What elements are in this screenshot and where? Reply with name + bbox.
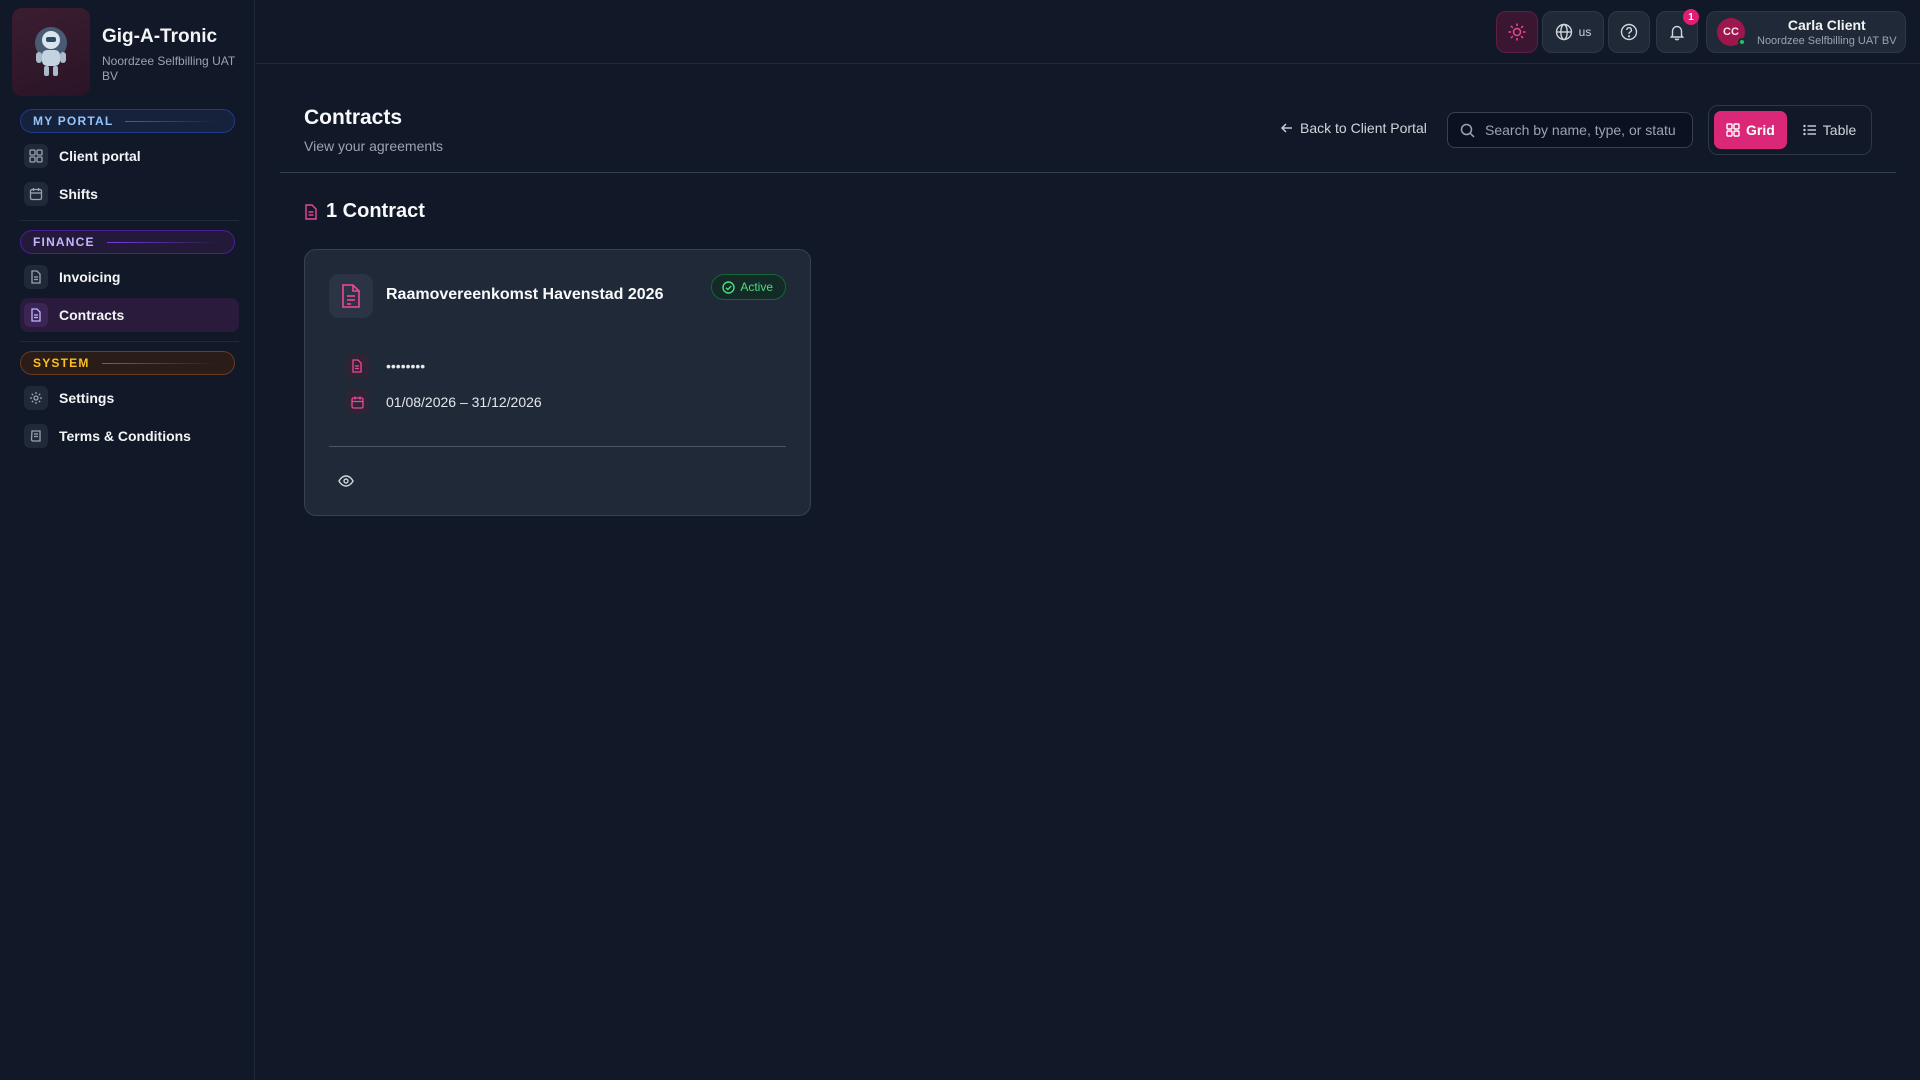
grid-icon [24,144,48,168]
brand-name: Gig-A-Tronic [102,26,218,47]
grid-icon [1726,123,1740,137]
view-contract-button[interactable] [333,468,359,494]
user-name: Carla Client [1787,17,1866,33]
grid-view-label: Grid [1746,122,1775,138]
contract-card[interactable]: Raamovereenkomst Havenstad 2026 Active •… [304,249,811,516]
avatar-initials: CC [1723,26,1739,38]
check-circle-icon [722,280,736,294]
sidebar-item-shifts[interactable]: Shifts [20,177,239,211]
language-button[interactable]: us [1542,11,1604,53]
help-circle-icon [1620,23,1638,41]
nav-divider [20,220,239,221]
online-status-dot [1738,38,1746,46]
contract-period-row: 01/08/2026 – 31/12/2026 [345,390,542,414]
sidebar-item-invoicing[interactable]: Invoicing [20,260,239,294]
sidebar-item-terms[interactable]: Terms & Conditions [20,419,239,453]
sidebar: Gig-A-Tronic Noordzee Selfbilling UAT BV… [0,0,255,1080]
search-icon [1460,123,1475,138]
page-subtitle: View your agreements [304,138,444,154]
calendar-icon [24,182,48,206]
back-to-client-portal-link[interactable]: Back to Client Portal [1280,120,1427,136]
contract-document-icon [329,274,373,318]
section-label: FINANCE [33,235,95,249]
sun-icon [1507,22,1527,42]
search-input[interactable] [1485,122,1675,138]
table-view-label: Table [1822,122,1857,138]
contract-title: Raamovereenkomst Havenstad 2026 [386,286,664,303]
sidebar-item-label: Terms & Conditions [59,428,191,444]
notifications-button[interactable]: 1 [1656,9,1699,53]
contracts-count-label: 1 Contract [326,200,425,222]
document-icon [345,354,369,378]
gear-icon [24,386,48,410]
sidebar-item-settings[interactable]: Settings [20,381,239,415]
status-label: Active [740,280,773,294]
language-code: us [1578,25,1592,39]
topbar: us 1 CC Carla Client Noordzee Selfbillin… [256,0,1920,64]
document-icon [24,265,48,289]
sidebar-item-label: Contracts [59,307,125,323]
arrow-left-icon [1280,121,1294,135]
view-toggle: Grid Table [1708,105,1872,155]
calendar-icon [345,390,369,414]
theme-toggle-button[interactable] [1496,11,1538,53]
document-icon [24,303,48,327]
section-label: SYSTEM [33,356,90,370]
page-title: Contracts [304,106,403,129]
sidebar-item-contracts[interactable]: Contracts [20,298,239,332]
section-my-portal: MY PORTAL [20,109,235,133]
contract-reference: •••••••• [386,358,426,374]
contracts-count-heading: 1 Contract [304,200,425,223]
globe-icon [1555,23,1573,41]
user-menu-button[interactable]: CC Carla Client Noordzee Selfbilling UAT… [1706,11,1906,53]
sidebar-item-label: Invoicing [59,269,121,285]
status-badge: Active [711,274,786,300]
back-link-label: Back to Client Portal [1300,120,1427,136]
avatar: CC [1717,18,1746,46]
card-divider [329,446,786,447]
list-icon [1803,123,1817,137]
document-icon [304,203,318,220]
eye-icon [338,475,354,487]
sidebar-item-label: Client portal [59,148,141,164]
section-system: SYSTEM [20,351,235,375]
search-field[interactable] [1447,112,1693,148]
contract-reference-row: •••••••• [345,354,425,378]
scroll-icon [24,424,48,448]
table-view-button[interactable]: Table [1791,111,1868,149]
sidebar-item-label: Shifts [59,186,98,202]
user-org: Noordzee Selfbilling UAT BV [1757,35,1897,47]
grid-view-button[interactable]: Grid [1714,111,1787,149]
sidebar-item-label: Settings [59,390,115,406]
bell-icon [1668,23,1686,41]
help-button[interactable] [1608,11,1650,53]
notification-count-badge: 1 [1683,9,1699,25]
sidebar-item-client-portal[interactable]: Client portal [20,139,239,173]
brand-org: Noordzee Selfbilling UAT BV [102,54,235,83]
section-finance: FINANCE [20,230,235,254]
header-divider [280,172,1896,173]
brand: Gig-A-Tronic Noordzee Selfbilling UAT BV [12,8,252,96]
contract-period: 01/08/2026 – 31/12/2026 [386,394,542,410]
nav-divider [20,341,239,342]
section-label: MY PORTAL [33,114,114,128]
robot-logo-icon [12,8,90,96]
